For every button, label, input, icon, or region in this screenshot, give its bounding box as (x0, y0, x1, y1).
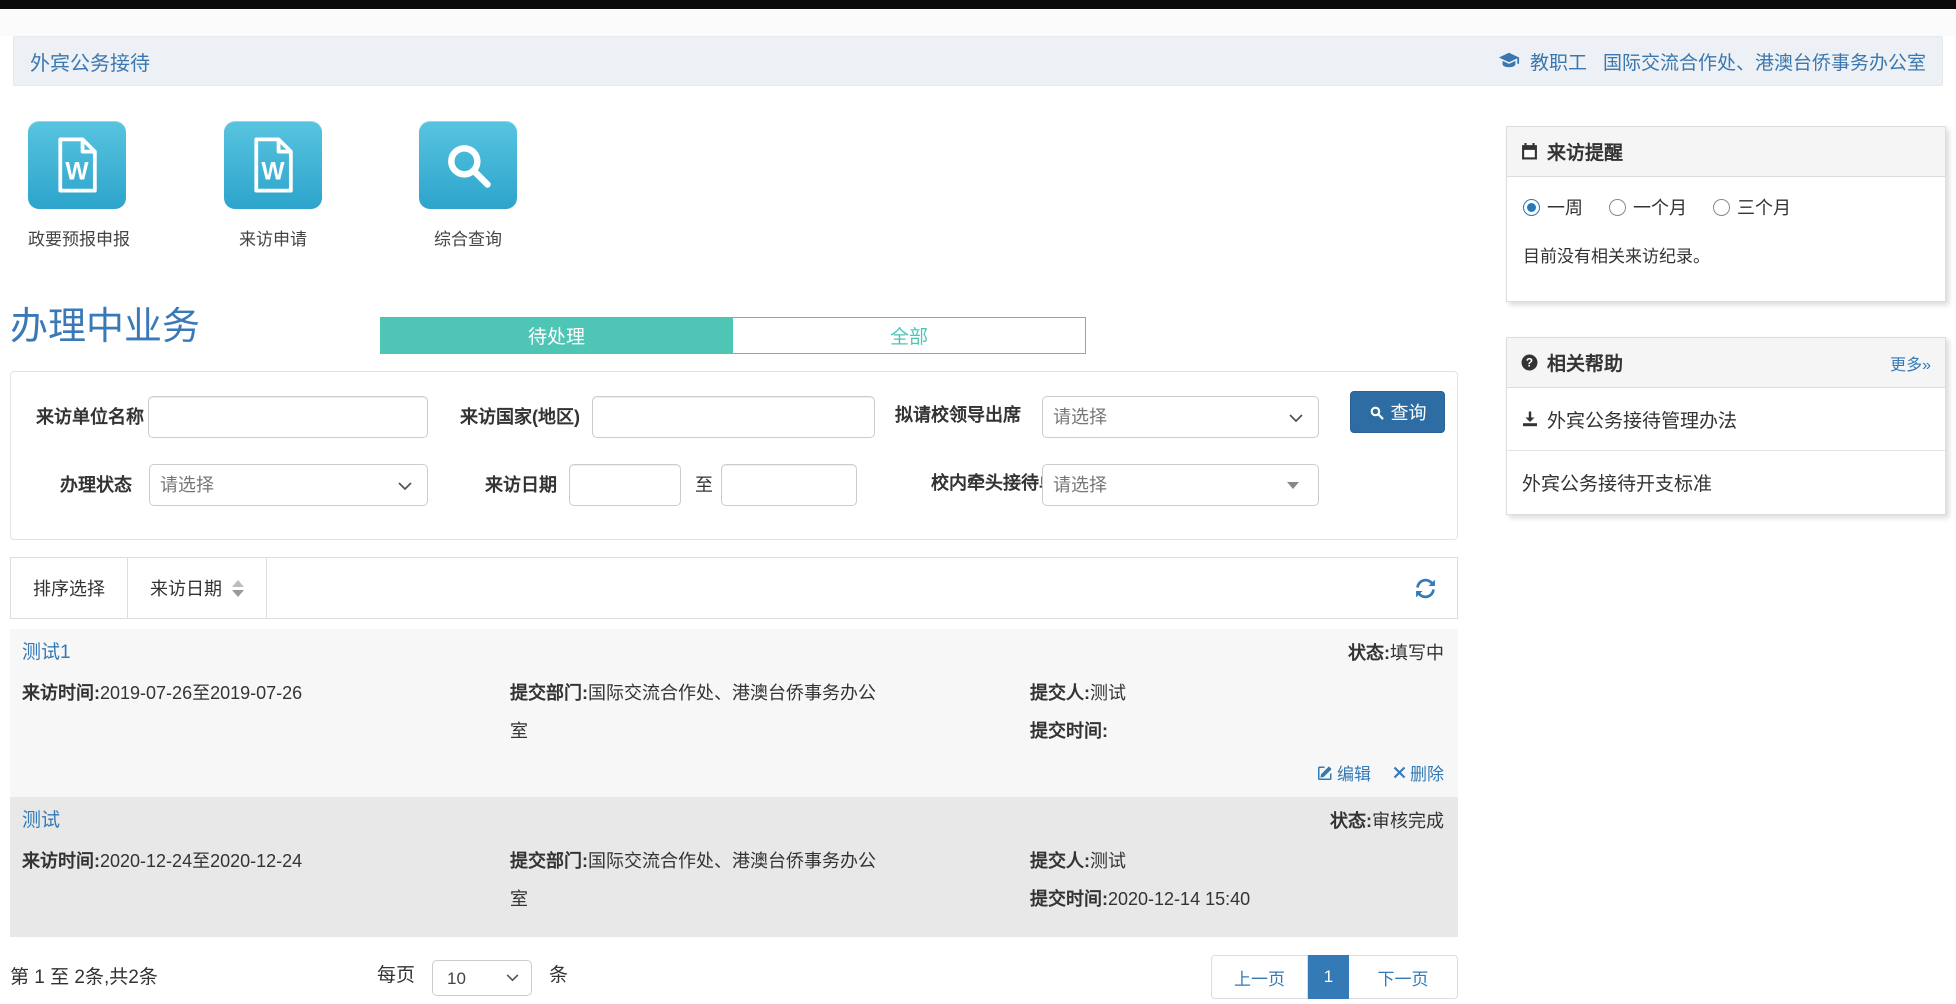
prev-page-button[interactable]: 上一页 (1211, 955, 1308, 999)
edit-pencil-icon (1317, 765, 1333, 781)
per-page-label: 每页 (377, 953, 415, 999)
help-item[interactable]: 外宾公务接待开支标准 (1507, 451, 1945, 514)
graduation-cap-icon (1498, 50, 1520, 72)
status-select[interactable]: 请选择 (149, 464, 428, 506)
unit-name-input[interactable] (148, 396, 428, 438)
word-doc-icon[interactable]: W (28, 121, 126, 209)
radio-one-month[interactable]: 一个月 (1609, 194, 1687, 220)
quick-action-label: 政要预报申报 (28, 225, 126, 250)
unit-name-label: 来访单位名称 (36, 396, 144, 438)
radio-unselected-icon (1609, 199, 1626, 216)
record-row: 测试1 来访时间:2019-07-26至2019-07-26 提交部门:国际交流… (10, 629, 1458, 797)
visit-date-label: 来访日期 (485, 464, 557, 506)
download-icon (1522, 411, 1538, 427)
visit-date-from-input[interactable] (569, 464, 681, 506)
no-records-text: 目前没有相关来访纪录。 (1507, 220, 1945, 267)
current-page-button[interactable]: 1 (1308, 955, 1349, 999)
sort-carets (232, 580, 244, 597)
panel-title: 相关帮助 (1547, 349, 1623, 376)
visit-time: 来访时间:2020-12-24至2020-12-24 (22, 842, 302, 880)
help-item[interactable]: 外宾公务接待管理办法 (1507, 388, 1945, 451)
submit-time: 提交时间: (1030, 712, 1108, 750)
lead-unit-label: 校内牵头接待单位 (931, 470, 1037, 496)
sort-caret-up-icon (232, 580, 244, 587)
row-actions: 编辑 删除 (1317, 760, 1444, 785)
status-text: 状态:填写中 (1348, 639, 1444, 665)
visit-time: 来访时间:2019-07-26至2019-07-26 (22, 674, 302, 712)
svg-text:?: ? (1526, 357, 1533, 370)
submit-time: 提交时间:2020-12-14 15:40 (1030, 880, 1250, 918)
svg-text:W: W (65, 159, 89, 186)
related-help-panel: ? 相关帮助 更多» 外宾公务接待管理办法 外宾公务接待开支标准 (1506, 337, 1946, 515)
submitter: 提交人:测试 (1030, 842, 1126, 880)
visit-date-to-input[interactable] (721, 464, 857, 506)
status-text: 状态:审核完成 (1330, 807, 1444, 833)
page-title: 外宾公务接待 (30, 47, 150, 76)
pagination: 上一页 1 下一页 (1211, 955, 1458, 999)
status-label: 办理状态 (60, 464, 132, 506)
tab-pending[interactable]: 待处理 (380, 317, 733, 354)
submitter: 提交人:测试 (1030, 674, 1126, 712)
delete-x-icon (1393, 766, 1406, 779)
reminder-range-options: 一周 一个月 三个月 (1507, 177, 1945, 220)
quick-action-label: 综合查询 (419, 225, 517, 250)
search-button[interactable]: 查询 (1350, 391, 1445, 433)
submit-dept: 提交部门:国际交流合作处、港澳台侨事务办公室 (510, 842, 890, 918)
top-black-bar (0, 0, 1956, 9)
search-icon[interactable] (419, 121, 517, 209)
next-page-button[interactable]: 下一页 (1349, 955, 1458, 999)
user-type: 教职工 (1530, 48, 1587, 75)
panel-title: 来访提醒 (1547, 138, 1623, 165)
delete-link[interactable]: 删除 (1393, 760, 1444, 785)
sort-caret-down-icon (232, 590, 244, 597)
date-to-label: 至 (695, 464, 713, 506)
header-bar: 外宾公务接待 教职工 国际交流合作处、港澳台侨事务办公室 (13, 36, 1943, 86)
refresh-button[interactable] (1394, 558, 1457, 618)
svg-text:W: W (261, 159, 285, 186)
user-org: 国际交流合作处、港澳台侨事务办公室 (1603, 48, 1926, 75)
list-header: 排序选择 来访日期 (10, 557, 1458, 619)
calendar-icon (1521, 143, 1538, 160)
tab-bar: 待处理 全部 (380, 317, 1086, 354)
user-info[interactable]: 教职工 国际交流合作处、港澳台侨事务办公室 (1498, 48, 1926, 75)
leader-select[interactable]: 请选择 (1042, 396, 1319, 438)
per-page-select[interactable]: 10 (432, 960, 532, 996)
radio-unselected-icon (1713, 199, 1730, 216)
more-link[interactable]: 更多» (1890, 351, 1931, 375)
quick-action-label: 来访申请 (224, 225, 322, 250)
question-circle-icon: ? (1521, 354, 1538, 371)
record-count-summary: 第 1 至 2条,共2条 (10, 958, 158, 998)
country-label: 来访国家(地区) (460, 396, 580, 438)
tab-all[interactable]: 全部 (733, 317, 1086, 354)
top-strip (0, 9, 1956, 36)
quick-action-politician-report[interactable]: W 政要预报申报 (28, 121, 126, 250)
sort-select-header[interactable]: 排序选择 (11, 558, 128, 618)
radio-one-week[interactable]: 一周 (1523, 194, 1583, 220)
edit-link[interactable]: 编辑 (1317, 760, 1371, 785)
record-title-link[interactable]: 测试 (22, 805, 60, 832)
record-title-link[interactable]: 测试1 (22, 637, 71, 664)
filter-panel: 来访单位名称 来访国家(地区) 拟请校领导出席 请选择 查询 办理状态 请选择 … (10, 371, 1458, 540)
submit-dept: 提交部门:国际交流合作处、港澳台侨事务办公室 (510, 674, 890, 750)
page: 外宾公务接待 教职工 国际交流合作处、港澳台侨事务办公室 W 政要预报申报 (0, 0, 1956, 1004)
visit-reminder-panel: 来访提醒 一周 一个月 三个月 目前没有相关来访纪录。 (1506, 126, 1946, 302)
radio-selected-icon (1523, 199, 1540, 216)
section-title: 办理中业务 (10, 304, 200, 350)
country-input[interactable] (592, 396, 875, 438)
per-page-unit: 条 (549, 953, 568, 999)
leader-label: 拟请校领导出席 (895, 402, 997, 428)
word-doc-icon[interactable]: W (224, 121, 322, 209)
record-row: 测试 来访时间:2020-12-24至2020-12-24 提交部门:国际交流合… (10, 797, 1458, 937)
refresh-icon (1414, 577, 1437, 600)
sort-by-visit-date[interactable]: 来访日期 (128, 558, 267, 618)
quick-action-search[interactable]: 综合查询 (419, 121, 517, 250)
quick-action-visit-apply[interactable]: W 来访申请 (224, 121, 322, 250)
radio-three-months[interactable]: 三个月 (1713, 194, 1791, 220)
lead-unit-select[interactable]: 请选择 (1042, 464, 1319, 506)
search-icon (1369, 405, 1384, 420)
